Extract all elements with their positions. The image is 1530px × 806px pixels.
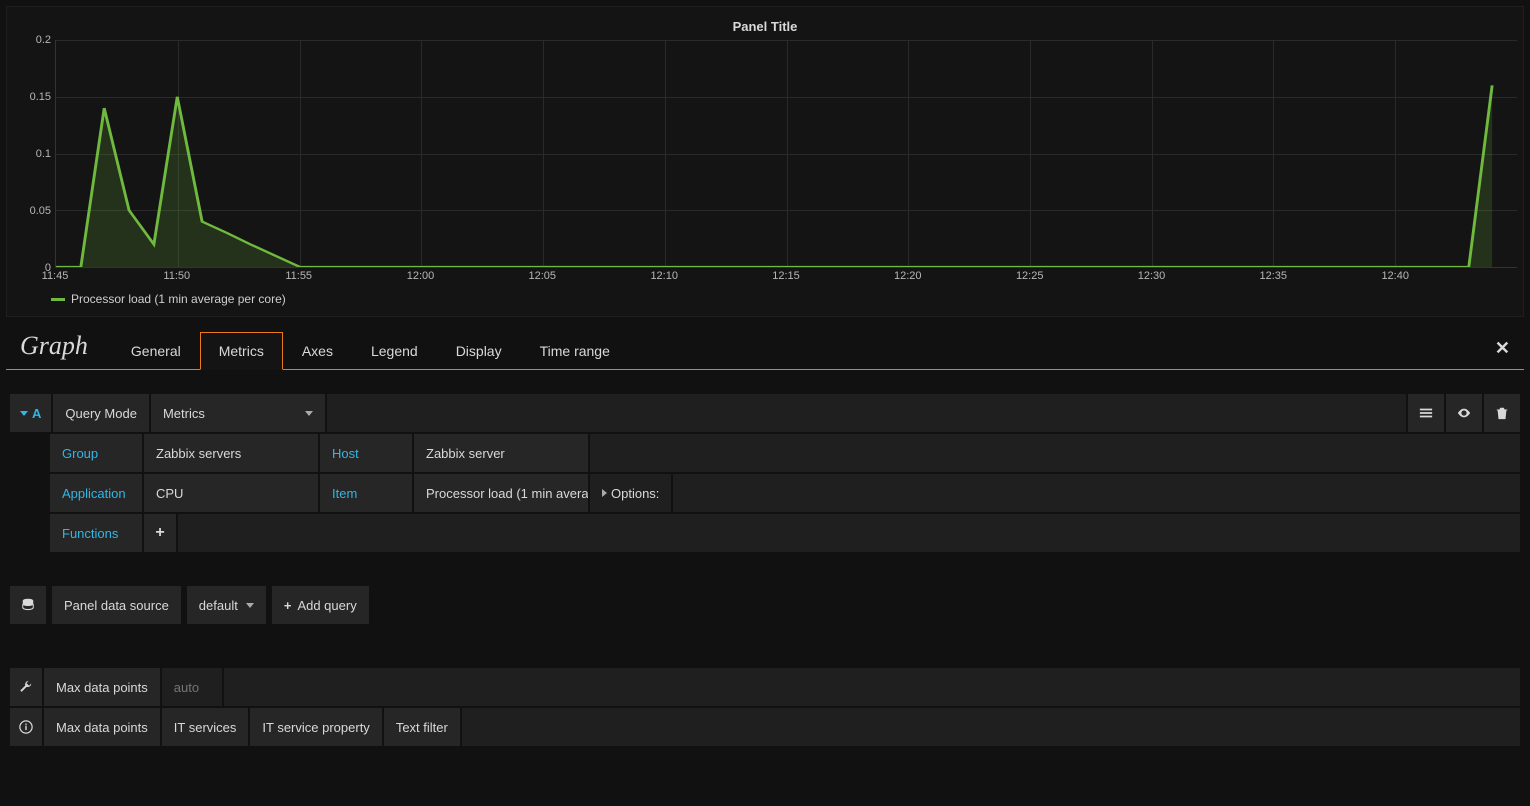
query-mode-select[interactable]: Metrics <box>151 394 325 432</box>
tab-display[interactable]: Display <box>437 332 521 370</box>
x-tick: 12:10 <box>650 270 678 282</box>
y-tick: 0.05 <box>30 205 51 217</box>
spacer <box>178 514 1520 552</box>
x-tick: 11:50 <box>163 270 190 282</box>
query-editor: A Query Mode Metrics Group Zabbix server… <box>6 394 1524 552</box>
x-tick: 12:15 <box>772 270 800 282</box>
max-data-points-info: Max data points <box>44 708 160 746</box>
host-label[interactable]: Host <box>320 434 412 472</box>
query-letter: A <box>32 406 41 421</box>
query-mode-value: Metrics <box>163 406 205 421</box>
editor-tabs: General Metrics Axes Legend Display Time… <box>112 331 629 369</box>
panel-editor: Graph General Metrics Axes Legend Displa… <box>6 331 1524 746</box>
close-editor-button[interactable]: ✕ <box>1495 338 1524 369</box>
spacer <box>590 434 1520 472</box>
host-input[interactable]: Zabbix server <box>414 434 588 472</box>
max-data-points-label: Max data points <box>44 668 160 706</box>
spacer <box>673 474 1520 512</box>
chevron-down-icon <box>305 411 313 416</box>
datasource-label: Panel data source <box>52 586 181 624</box>
tab-legend[interactable]: Legend <box>352 332 437 370</box>
chevron-down-icon <box>246 603 254 608</box>
options-wrench-cell[interactable] <box>10 668 42 706</box>
editor-header: Graph General Metrics Axes Legend Displa… <box>6 331 1524 370</box>
editor-title: Graph <box>6 331 112 369</box>
chevron-right-icon <box>602 489 607 497</box>
legend-swatch <box>51 298 65 301</box>
functions-label[interactable]: Functions <box>50 514 142 552</box>
max-data-points-input[interactable] <box>162 668 222 706</box>
item-options-toggle[interactable]: Options: <box>590 474 671 512</box>
query-delete-button[interactable] <box>1484 394 1520 432</box>
panel-title: Panel Title <box>13 13 1517 40</box>
query-collapse-toggle[interactable]: A <box>10 394 51 432</box>
plot-area[interactable] <box>55 40 1517 268</box>
legend-label: Processor load (1 min average per core) <box>71 292 286 306</box>
y-tick: 0.2 <box>36 34 51 46</box>
application-label[interactable]: Application <box>50 474 142 512</box>
options-label: Options: <box>611 486 659 501</box>
datasource-value: default <box>199 598 238 613</box>
chart-area[interactable]: 0.2 0.15 0.1 0.05 0 <box>13 40 1517 268</box>
query-mode-label: Query Mode <box>53 394 149 432</box>
y-tick: 0.1 <box>36 148 51 160</box>
tab-time-range[interactable]: Time range <box>521 332 629 370</box>
add-query-button[interactable]: + Add query <box>272 586 369 624</box>
chevron-down-icon <box>20 411 28 416</box>
x-tick: 12:20 <box>894 270 922 282</box>
trash-icon <box>1495 406 1509 420</box>
x-axis: 11:45 11:50 11:55 12:00 12:05 12:10 12:1… <box>13 268 1517 288</box>
x-tick: 11:55 <box>285 270 312 282</box>
x-tick: 12:40 <box>1381 270 1409 282</box>
spacer <box>327 394 1406 432</box>
info-icon <box>19 720 33 734</box>
chart-legend[interactable]: Processor load (1 min average per core) <box>13 288 1517 306</box>
y-tick: 0.15 <box>30 91 51 103</box>
database-icon <box>21 598 35 612</box>
item-label[interactable]: Item <box>320 474 412 512</box>
query-options: Max data points Max data points IT servi… <box>10 668 1520 746</box>
x-tick: 12:35 <box>1260 270 1288 282</box>
datasource-icon-cell <box>10 586 46 624</box>
plus-icon: + <box>284 598 292 613</box>
menu-icon <box>1419 406 1433 420</box>
datasource-select[interactable]: default <box>187 586 266 624</box>
it-services-label[interactable]: IT services <box>162 708 249 746</box>
tab-axes[interactable]: Axes <box>283 332 352 370</box>
x-tick: 12:25 <box>1016 270 1044 282</box>
it-service-property-label[interactable]: IT service property <box>250 708 381 746</box>
x-tick: 11:45 <box>42 270 69 282</box>
options-info-cell[interactable] <box>10 708 42 746</box>
tab-general[interactable]: General <box>112 332 200 370</box>
x-tick: 12:30 <box>1138 270 1166 282</box>
line-series-1 <box>56 40 1517 267</box>
spacer <box>224 668 1520 706</box>
wrench-icon <box>19 680 33 694</box>
graph-panel: Panel Title 0.2 0.15 0.1 0.05 0 <box>6 6 1524 317</box>
query-menu-button[interactable] <box>1408 394 1444 432</box>
x-tick: 12:00 <box>407 270 435 282</box>
group-label[interactable]: Group <box>50 434 142 472</box>
datasource-row: Panel data source default + Add query <box>6 586 1524 624</box>
add-query-label: Add query <box>297 598 356 613</box>
query-visibility-button[interactable] <box>1446 394 1482 432</box>
y-axis: 0.2 0.15 0.1 0.05 0 <box>13 40 55 268</box>
x-tick: 12:05 <box>529 270 557 282</box>
add-function-button[interactable]: + <box>144 514 176 552</box>
spacer <box>462 708 1520 746</box>
item-input[interactable]: Processor load (1 min average per core) <box>414 474 588 512</box>
text-filter-label[interactable]: Text filter <box>384 708 460 746</box>
group-input[interactable]: Zabbix servers <box>144 434 318 472</box>
eye-icon <box>1457 406 1471 420</box>
tab-metrics[interactable]: Metrics <box>200 332 283 370</box>
application-input[interactable]: CPU <box>144 474 318 512</box>
